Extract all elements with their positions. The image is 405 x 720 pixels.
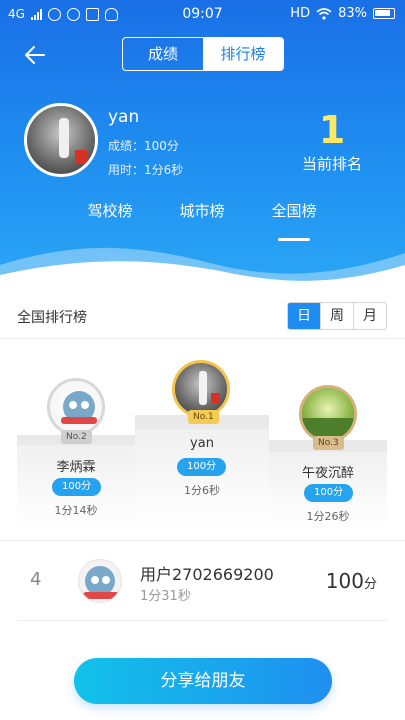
current-rank-label: 当前排名: [301, 155, 362, 173]
battery-percent: 83%: [338, 6, 367, 21]
header: 4G 09:07 HD 83% 成绩 排行榜 yan 成绩：100分 用时：1分…: [0, 0, 405, 285]
tab-city[interactable]: 城市榜: [162, 200, 242, 221]
list-avatar: [78, 559, 122, 603]
current-rank-value: 1: [318, 108, 346, 152]
list-score-unit: 分: [363, 577, 377, 592]
list-score-value: 100: [325, 569, 364, 593]
second-avatar: [47, 378, 105, 436]
first-badge: No.1: [188, 410, 219, 424]
list-item[interactable]: 4 用户2702669200 1分31秒 100分: [0, 541, 405, 621]
third-time: 1分26秒: [306, 510, 350, 523]
share-button[interactable]: 分享给朋友: [74, 658, 332, 704]
second-time: 1分14秒: [54, 504, 98, 517]
list-score: 100分: [326, 569, 377, 593]
ranking-scope-tabs: 驾校榜 城市榜 全国榜: [0, 200, 405, 230]
segment-control: 成绩 排行榜: [122, 37, 284, 71]
tab-national[interactable]: 全国榜: [254, 200, 334, 221]
user-time: 用时：1分6秒: [108, 163, 184, 177]
battery-icon: [373, 8, 395, 19]
period-week[interactable]: 周: [320, 303, 353, 329]
second-score: 100分: [52, 478, 102, 496]
tab-school[interactable]: 驾校榜: [70, 200, 150, 221]
divider: [18, 620, 388, 621]
header-wave: [0, 247, 405, 285]
list-name: 用户2702669200: [140, 565, 274, 584]
wifi-icon: [316, 7, 332, 20]
hd-label: HD: [290, 6, 311, 21]
board-header: 全国排行榜 日 周 月: [0, 295, 405, 339]
period-day[interactable]: 日: [288, 303, 320, 329]
first-score: 100分: [177, 458, 227, 476]
segment-ranking[interactable]: 排行榜: [203, 38, 283, 70]
period-selector: 日 周 月: [287, 302, 387, 330]
third-name: 午夜沉醉: [301, 466, 354, 481]
segment-score[interactable]: 成绩: [123, 38, 203, 70]
period-month[interactable]: 月: [353, 303, 386, 329]
first-name: yan: [190, 436, 214, 451]
third-score: 100分: [304, 484, 354, 502]
list-time: 1分31秒: [140, 589, 191, 604]
status-bar: 4G 09:07 HD 83%: [0, 0, 405, 28]
arrow-left-icon: [25, 46, 45, 64]
user-name: yan: [108, 107, 140, 127]
first-time: 1分6秒: [184, 484, 220, 497]
user-avatar: [24, 103, 98, 177]
list-rank: 4: [30, 569, 42, 590]
podium: No.2 李炳霖 100分 1分14秒 No.1 yan 100分 1分6秒 N…: [0, 340, 405, 535]
second-badge: No.2: [61, 430, 92, 444]
board-title: 全国排行榜: [17, 310, 87, 326]
third-avatar: [299, 385, 357, 443]
third-badge: No.3: [313, 436, 344, 450]
back-button[interactable]: [20, 40, 50, 70]
user-score: 成绩：100分: [108, 139, 179, 153]
ranking-list: 4 用户2702669200 1分31秒 100分: [0, 540, 405, 621]
second-name: 李炳霖: [56, 460, 96, 475]
